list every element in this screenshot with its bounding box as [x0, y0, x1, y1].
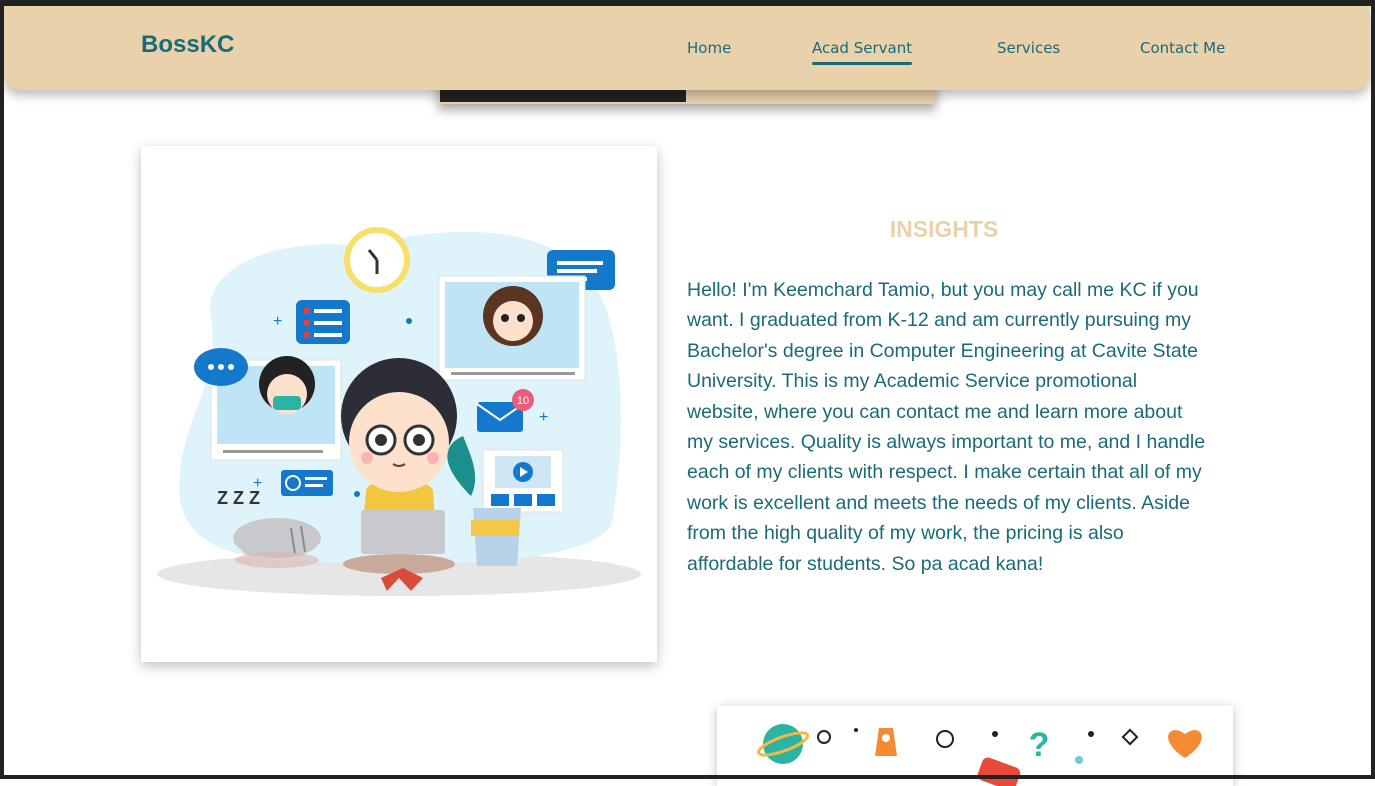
nav-services[interactable]: Services — [997, 39, 1060, 57]
notification-badge-count: 10 — [517, 395, 529, 407]
svg-text:+: + — [253, 475, 262, 492]
nav-home[interactable]: Home — [687, 39, 731, 57]
brand-logo[interactable]: BossKC — [141, 31, 234, 59]
svg-text:?: ? — [1029, 726, 1050, 764]
navbar: BossKC Home Acad Servant Services Contac… — [4, 6, 1370, 90]
nav-contact-me[interactable]: Contact Me — [1140, 39, 1225, 57]
illustration-card: 10 Z Z Z + + + — [141, 146, 657, 662]
svg-text:+: + — [273, 313, 282, 330]
nav-acad-servant[interactable]: Acad Servant — [812, 39, 913, 65]
intro-paragraph: Hello! I'm Keemchard Tamio, but you may … — [687, 279, 1206, 575]
decorative-icons-illustration: ? — [756, 724, 1202, 786]
student-online-illustration: 10 Z Z Z + + + — [157, 227, 641, 596]
svg-text:+: + — [539, 409, 548, 426]
services-illustration-card: ? — [717, 706, 1233, 786]
insights-title: INSIGHTS — [889, 216, 999, 242]
